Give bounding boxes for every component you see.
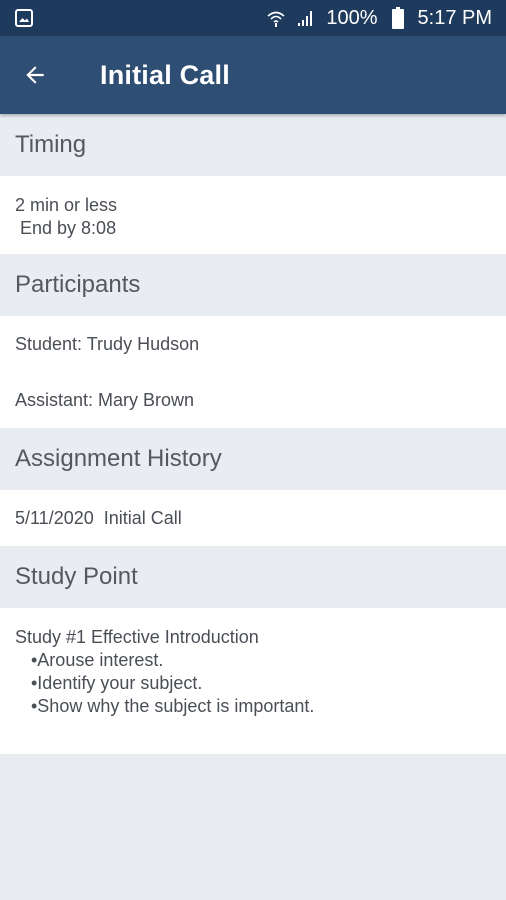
study-point-title: Study #1 Effective Introduction <box>15 627 259 647</box>
history-header: Assignment History <box>0 428 506 490</box>
page-title: Initial Call <box>100 59 230 90</box>
arrow-left-icon <box>26 66 44 84</box>
status-bar: 100% 5:17 PM <box>0 0 506 36</box>
timing-section: 2 min or less End by 8:08 <box>0 176 506 254</box>
image-icon <box>14 8 34 28</box>
timing-duration: 2 min or less <box>15 195 118 215</box>
participants-header: Participants <box>0 254 506 316</box>
history-section: 5/11/2020 Initial Call <box>0 490 506 546</box>
study-point-bullet: •Arouse interest. <box>31 650 164 670</box>
history-entry: 5/11/2020 Initial Call <box>15 507 182 528</box>
timing-end: End by 8:08 <box>15 218 117 238</box>
battery-icon <box>388 7 408 29</box>
signal-icon <box>296 8 316 28</box>
study-point-header: Study Point <box>0 546 506 608</box>
back-button[interactable] <box>20 60 50 90</box>
study-point-bullet: •Identify your subject. <box>31 673 203 693</box>
study-point-section: Study #1 Effective Introduction •Arouse … <box>0 608 506 754</box>
study-point-bullet: •Show why the subject is important. <box>31 696 315 716</box>
participant-student: Student: Trudy Hudson <box>15 333 200 354</box>
participants-section: Student: Trudy Hudson Assistant: Mary Br… <box>0 316 506 428</box>
battery-percent: 100% <box>326 6 378 29</box>
participant-assistant: Assistant: Mary Brown <box>15 389 195 410</box>
wifi-icon <box>266 8 286 28</box>
timing-header: Timing <box>0 114 506 176</box>
status-time: 5:17 PM <box>417 6 492 29</box>
app-bar: Initial Call <box>0 36 506 114</box>
